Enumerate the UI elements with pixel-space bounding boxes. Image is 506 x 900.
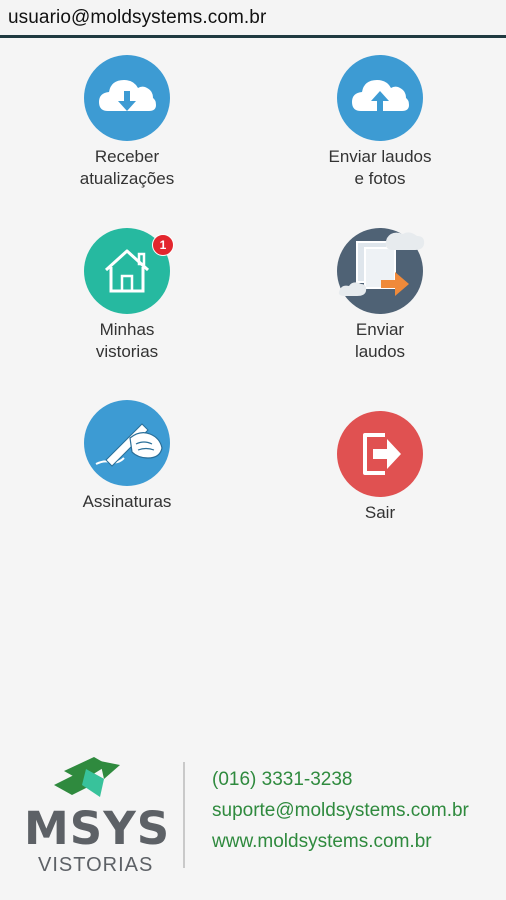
logout-label: Sair — [364, 503, 396, 522]
cloud-upload-icon — [337, 55, 423, 141]
contact-phone: (016) 3331-3238 — [212, 769, 353, 790]
top-bar: usuario@moldsystems.com.br — [0, 0, 506, 38]
msys-logo: MSYS VISTORIAS — [24, 755, 169, 880]
send-reports-photos-button[interactable]: Enviar laudos e fotos — [280, 55, 480, 190]
cloud-download-icon — [84, 55, 170, 141]
send-reports-photos-label: Enviar laudos e fotos — [328, 147, 432, 188]
my-inspections-button[interactable]: 1 Minhas vistorias — [27, 228, 227, 363]
send-reports-label: Enviar laudos — [354, 320, 406, 361]
exit-icon — [337, 411, 423, 497]
send-reports-icon — [337, 228, 425, 314]
signatures-label: Assinaturas — [82, 492, 172, 511]
logout-button[interactable]: Sair — [280, 411, 480, 524]
contact-website[interactable]: www.moldsystems.com.br — [212, 831, 432, 853]
signature-pen-icon — [84, 400, 170, 486]
contact-email[interactable]: suporte@moldsystems.com.br — [212, 800, 469, 822]
signatures-button[interactable]: Assinaturas — [27, 400, 227, 513]
house-icon: 1 — [84, 228, 174, 314]
my-inspections-label: Minhas vistorias — [95, 320, 159, 361]
send-reports-button[interactable]: Enviar laudos — [280, 228, 480, 363]
brand-subtitle: VISTORIAS — [38, 854, 154, 876]
notification-badge: 1 — [152, 234, 174, 256]
receive-updates-button[interactable]: Receber atualizações — [27, 55, 227, 190]
brand-name: MSYS — [24, 802, 171, 855]
receive-updates-label: Receber atualizações — [79, 147, 175, 188]
footer-divider — [183, 762, 185, 868]
account-email: usuario@moldsystems.com.br — [8, 7, 267, 28]
